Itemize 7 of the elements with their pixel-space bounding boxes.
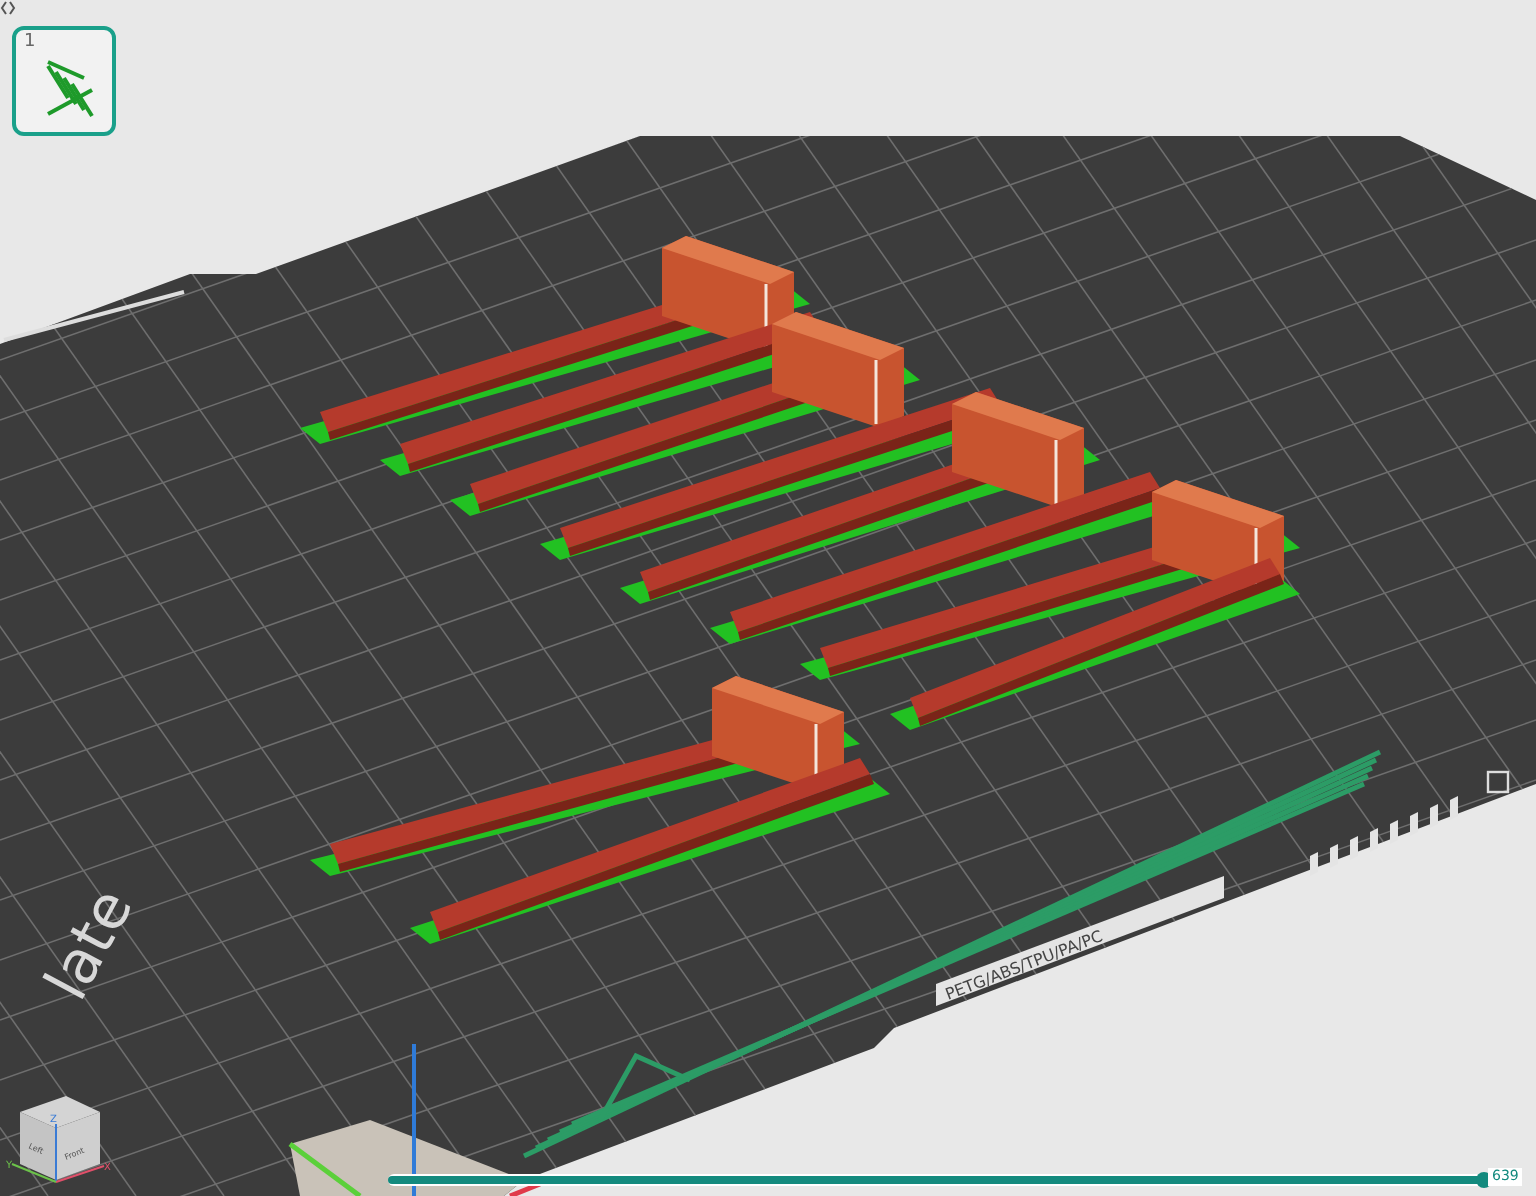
x-axis-line [509,1181,541,1196]
collapse-icon[interactable] [0,0,16,16]
printer-icon [1486,770,1510,794]
y-axis-line [288,1142,362,1196]
bed-label: late [32,878,148,1012]
view-cube [11,1096,105,1183]
plate-thumbnail[interactable]: 1 [12,26,116,136]
